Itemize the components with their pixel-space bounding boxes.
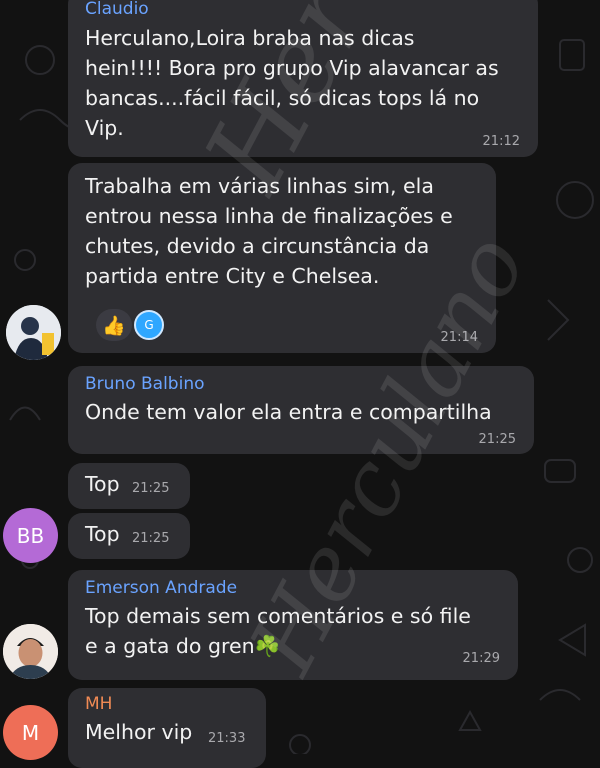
message-time: 21:25 bbox=[132, 531, 170, 546]
message-text: Top bbox=[85, 522, 120, 546]
message-text: Trabalha em várias linhas sim, ela entro… bbox=[85, 174, 453, 288]
message-text: Herculano,Loira braba nas dicas hein!!!!… bbox=[85, 26, 499, 140]
message-bubble[interactable]: Claudio Herculano,Loira braba nas dicas … bbox=[68, 0, 538, 157]
sender-name[interactable]: Claudio bbox=[85, 0, 149, 19]
person-photo-icon bbox=[3, 624, 58, 679]
message-time: 21:33 bbox=[208, 731, 246, 746]
sender-avatar[interactable]: BB bbox=[3, 508, 58, 563]
message-time: 21:25 bbox=[132, 481, 170, 496]
message-text: Melhor vip bbox=[85, 720, 193, 744]
sender-name[interactable]: Bruno Balbino bbox=[85, 374, 205, 394]
message-text: Top demais sem comentários e só file e a… bbox=[85, 601, 471, 661]
message-bubble[interactable]: Top 21:25 bbox=[68, 463, 190, 509]
message-bubble[interactable]: Emerson Andrade Top demais sem comentári… bbox=[68, 570, 518, 680]
thumbs-up-icon: 👍 bbox=[102, 314, 126, 337]
message-text: Onde tem valor ela entra e compartilha bbox=[85, 400, 492, 424]
reactor-avatar-icon: G bbox=[134, 310, 164, 340]
message-bubble[interactable]: Top 21:25 bbox=[68, 513, 190, 559]
shamrock-icon: ☘️ bbox=[254, 634, 281, 658]
sender-name[interactable]: Emerson Andrade bbox=[85, 578, 237, 598]
message-bubble[interactable]: Trabalha em várias linhas sim, ela entro… bbox=[68, 163, 496, 353]
person-photo-icon bbox=[6, 305, 61, 360]
message-time: 21:14 bbox=[440, 330, 478, 345]
message-time: 21:29 bbox=[462, 651, 500, 666]
sender-name[interactable]: MH bbox=[85, 694, 112, 714]
reaction-avatar[interactable]: G bbox=[132, 309, 166, 341]
message-time: 21:25 bbox=[478, 432, 516, 447]
message-bubble[interactable]: Bruno Balbino Onde tem valor ela entra e… bbox=[68, 366, 534, 454]
message-text: Top bbox=[85, 472, 120, 496]
sender-avatar[interactable] bbox=[3, 624, 58, 679]
message-bubble[interactable]: MH Melhor vip 21:33 bbox=[68, 688, 266, 768]
sender-avatar[interactable] bbox=[6, 305, 61, 360]
message-time: 21:12 bbox=[482, 134, 520, 149]
reaction-thumbs-up[interactable]: 👍 bbox=[96, 309, 132, 341]
sender-avatar[interactable]: M bbox=[3, 705, 58, 760]
